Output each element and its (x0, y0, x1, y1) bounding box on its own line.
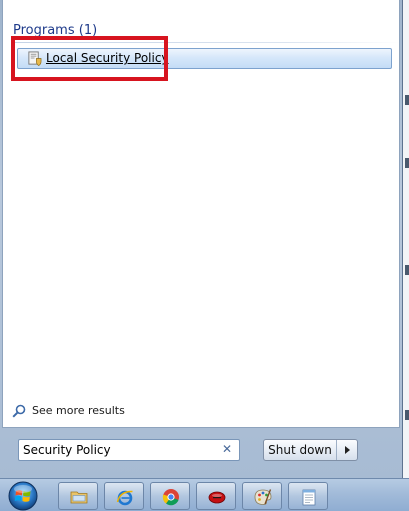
desktop-background (403, 0, 409, 478)
shutdown-options-button[interactable] (337, 440, 357, 460)
chrome-icon (162, 489, 179, 506)
search-input[interactable] (19, 440, 214, 460)
search-box: ✕ (18, 439, 240, 461)
security-policy-icon (28, 51, 42, 66)
shutdown-button[interactable]: Shut down (264, 440, 337, 460)
red-disc-icon (208, 491, 226, 504)
see-more-label: See more results (32, 404, 125, 417)
start-button[interactable] (5, 480, 41, 511)
desktop-edge-mark (405, 158, 409, 168)
result-label: Local Security Policy (46, 51, 169, 65)
taskbar-notepad[interactable] (288, 482, 328, 510)
taskbar-file-explorer[interactable] (58, 482, 98, 510)
desktop-edge-mark (405, 410, 409, 420)
notepad-icon (302, 489, 316, 506)
close-icon[interactable]: ✕ (220, 442, 234, 456)
taskbar-internet-explorer[interactable] (104, 482, 144, 510)
taskbar-chrome[interactable] (150, 482, 190, 510)
screen: Programs (1) Local Security Policy See m… (0, 0, 409, 511)
taskbar-app[interactable] (196, 482, 236, 510)
shutdown-group: Shut down (263, 439, 358, 461)
section-divider (13, 42, 401, 43)
taskbar-paint[interactable] (242, 482, 282, 510)
search-icon (12, 404, 26, 418)
programs-section-header: Programs (1) (13, 23, 98, 38)
paint-palette-icon (254, 489, 272, 505)
folder-icon (70, 491, 88, 504)
internet-explorer-icon (116, 490, 133, 506)
desktop-edge-mark (405, 95, 409, 105)
result-local-security-policy[interactable]: Local Security Policy (17, 48, 392, 69)
desktop-edge-mark (405, 265, 409, 275)
